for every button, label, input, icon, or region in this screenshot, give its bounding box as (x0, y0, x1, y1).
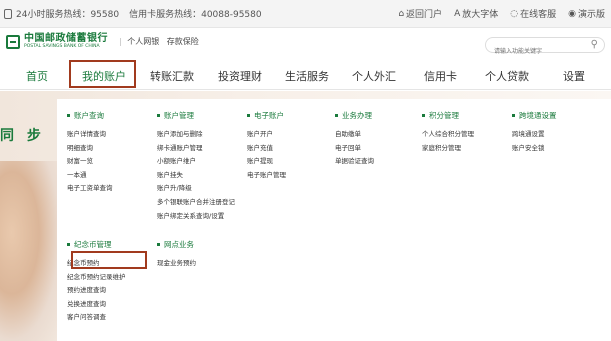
online-service-link[interactable]: ◌ 在线客服 (510, 7, 557, 21)
psbc-logo-icon (6, 34, 20, 49)
tab-life-services[interactable]: 生活服务 (285, 68, 329, 84)
highlight-my-account (69, 60, 136, 88)
tab-home[interactable]: 首页 (26, 68, 48, 84)
menu-item[interactable]: 自助缴单 (335, 128, 374, 142)
enlarge-font-label: 放大字体 (462, 10, 499, 20)
menu-item[interactable]: 小额账户维户 (157, 155, 235, 169)
card-hotline-text: 信用卡服务热线：40088-95580 (129, 10, 262, 20)
home-icon: ⌂ (398, 8, 405, 19)
menu-item[interactable]: 多个银联账户合并注册登记 (157, 196, 235, 210)
menu-item[interactable]: 个人综合积分管理 (422, 128, 474, 142)
personal-banking-label: 个人网银 (127, 37, 160, 47)
group-title: 网点业务 (164, 240, 194, 249)
menu-item[interactable]: 账户挂失 (157, 169, 235, 183)
search-input[interactable] (494, 44, 590, 59)
menu-item[interactable]: 绑卡通账户管理 (157, 142, 235, 156)
group-title: 电子账户 (254, 111, 284, 120)
menu-item[interactable]: 财富一览 (67, 155, 113, 169)
menu-item[interactable]: 跨境通设置 (512, 128, 557, 142)
menu-item[interactable]: 账户详情查询 (67, 128, 113, 142)
banner-slogan: 同 步 (0, 128, 45, 144)
top-links: ⌂ 返回门户 A 放大字体 ◌ 在线客服 ◉ 演示版 (398, 7, 605, 21)
group-business: 业务办理 自助缴单 电子回单 单据验证查询 (335, 110, 374, 169)
logo-name-en: POSTAL SAVINGS BANK OF CHINA (24, 44, 100, 49)
online-service-label: 在线客服 (520, 10, 557, 20)
deposit-insurance-link[interactable]: 存款保险 (167, 37, 199, 46)
hotline-text: 24小时服务热线：95580 (16, 10, 120, 20)
menu-item[interactable]: 预约进度查询 (67, 284, 126, 298)
menu-item[interactable]: 明细查询 (67, 142, 113, 156)
return-portal-label: 返回门户 (406, 10, 443, 20)
return-portal-link[interactable]: ⌂ 返回门户 (398, 7, 443, 21)
group-title: 账户管理 (164, 111, 194, 120)
menu-item[interactable]: 纪念币预约记录维护 (67, 271, 126, 285)
menu-item[interactable]: 账户安全锁 (512, 142, 557, 156)
menu-item[interactable]: 现金业务预约 (157, 257, 196, 271)
group-account-management: 账户管理 账户添加与删除 绑卡通账户管理 小额账户维户 账户挂失 账户升/降级 … (157, 110, 235, 223)
top-bar: 24小时服务热线：95580 信用卡服务热线：40088-95580 ⌂ 返回门… (0, 0, 611, 28)
logo-name-cn: 中国邮政储蓄银行 (24, 33, 108, 44)
tab-forex[interactable]: 个人外汇 (352, 68, 396, 84)
font-size-icon: A (454, 8, 461, 19)
tab-settings[interactable]: 设置 (563, 68, 585, 84)
demo-label: 演示版 (577, 10, 605, 20)
account-dropdown-menu: 账户查询 账户详情查询 明细查询 财富一览 一本通 电子工资单查询 账户管理 账… (57, 99, 611, 341)
group-title: 账户查询 (74, 111, 104, 120)
group-title: 跨境通设置 (519, 111, 557, 120)
chat-icon: ◌ (510, 8, 519, 19)
menu-item[interactable]: 客户问答调查 (67, 311, 126, 325)
phone-icon (4, 8, 12, 19)
menu-item[interactable]: 账户绑定关系查询/设置 (157, 210, 235, 224)
banner-image (0, 161, 60, 341)
search-icon[interactable]: ⚲ (591, 39, 598, 50)
group-account-query: 账户查询 账户详情查询 明细查询 财富一览 一本通 电子工资单查询 (67, 110, 113, 196)
menu-item[interactable]: 家庭积分管理 (422, 142, 474, 156)
menu-item[interactable]: 电子账户管理 (247, 169, 286, 183)
demo-link[interactable]: ◉ 演示版 (568, 7, 605, 21)
group-cross-border: 跨境通设置 跨境通设置 账户安全锁 (512, 110, 557, 155)
tab-personal-loan[interactable]: 个人贷款 (485, 68, 529, 84)
menu-item[interactable]: 电子回单 (335, 142, 374, 156)
menu-item[interactable]: 账户升/降级 (157, 182, 235, 196)
menu-item[interactable]: 单据验证查询 (335, 155, 374, 169)
group-title: 业务办理 (342, 111, 372, 120)
menu-item[interactable]: 电子工资单查询 (67, 182, 113, 196)
menu-item[interactable]: 账户开户 (247, 128, 286, 142)
group-points: 积分管理 个人综合积分管理 家庭积分管理 (422, 110, 474, 155)
tab-investment[interactable]: 投资理财 (218, 68, 262, 84)
tab-transfer[interactable]: 转账汇款 (150, 68, 194, 84)
group-title: 积分管理 (429, 111, 459, 120)
enlarge-font-link[interactable]: A 放大字体 (454, 7, 499, 21)
group-branch-business: 网点业务 现金业务预约 (157, 239, 196, 271)
group-electronic-account: 电子账户 账户开户 账户充值 账户提现 电子账户管理 (247, 110, 286, 182)
hotline-info: 24小时服务热线：95580 信用卡服务热线：40088-95580 (4, 7, 262, 20)
menu-item[interactable]: 一本通 (67, 169, 113, 183)
menu-item[interactable]: 账户提现 (247, 155, 286, 169)
highlight-coin-reservation (71, 251, 147, 269)
bank-logo[interactable]: 中国邮政储蓄银行 POSTAL SAVINGS BANK OF CHINA | … (6, 34, 199, 50)
header: 中国邮政储蓄银行 POSTAL SAVINGS BANK OF CHINA | … (0, 28, 611, 60)
tab-credit-card[interactable]: 信用卡 (424, 68, 457, 84)
menu-item[interactable]: 兑换进度查询 (67, 298, 126, 312)
eye-icon: ◉ (568, 8, 576, 19)
group-title: 纪念币管理 (74, 240, 112, 249)
menu-item[interactable]: 账户添加与删除 (157, 128, 235, 142)
menu-item[interactable]: 账户充值 (247, 142, 286, 156)
search-box: ⚲ (485, 37, 605, 59)
